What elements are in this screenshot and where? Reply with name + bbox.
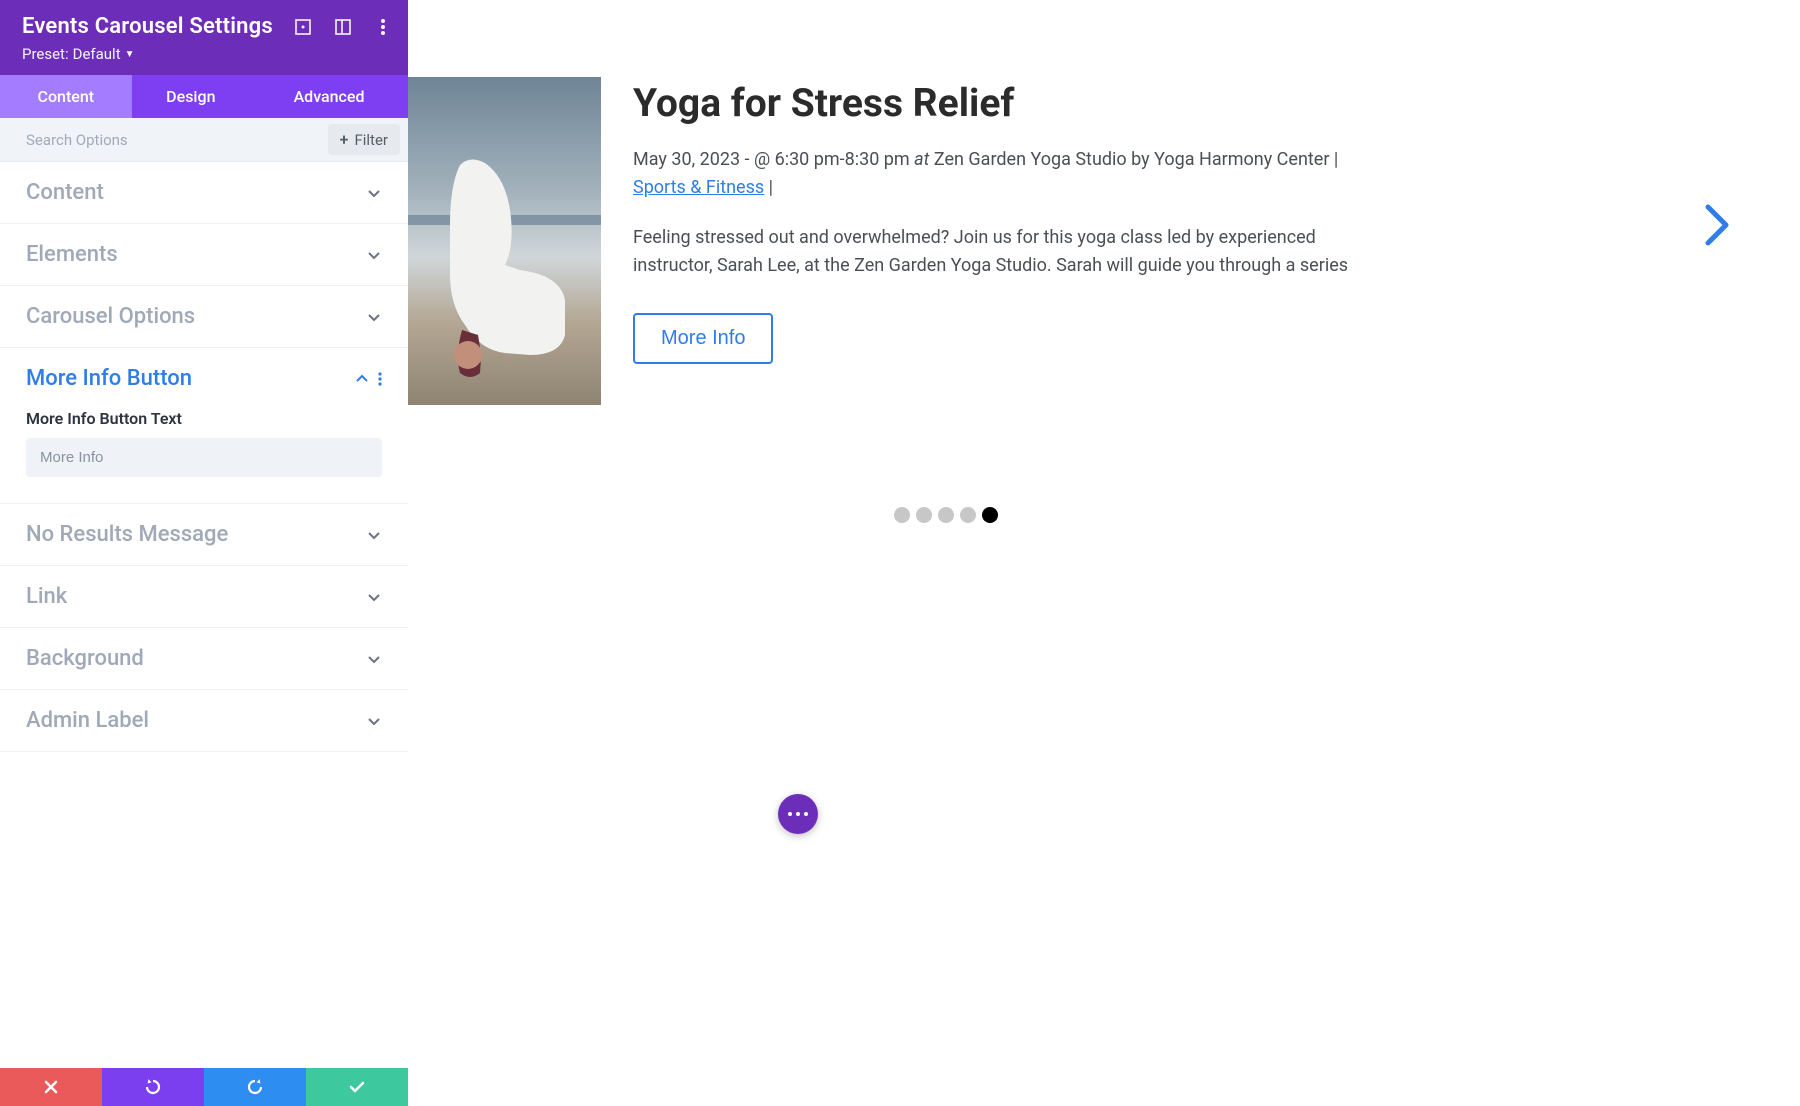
footer-actions (0, 1068, 408, 1106)
carousel-dot-active[interactable] (982, 507, 998, 523)
layout-icon[interactable] (334, 18, 352, 36)
section-body-more-info: More Info Button Text (0, 409, 408, 503)
tab-design[interactable]: Design (132, 75, 250, 118)
section-head-link[interactable]: Link (0, 566, 408, 627)
settings-tabs: Content Design Advanced (0, 75, 408, 118)
section-admin-label: Admin Label (0, 690, 408, 752)
dot-icon (796, 812, 800, 816)
event-category-link[interactable]: Sports & Fitness (633, 177, 764, 198)
carousel-dot[interactable] (960, 507, 976, 523)
event-title: Yoga for Stress Relief (633, 81, 1393, 126)
search-input[interactable]: Search Options (26, 131, 128, 149)
chevron-down-icon (366, 651, 382, 667)
carousel-dot[interactable] (938, 507, 954, 523)
carousel-next-button[interactable] (1704, 203, 1730, 247)
event-slide: Yoga for Stress Relief May 30, 2023 - @ … (408, 77, 1800, 405)
carousel-dots (894, 507, 998, 523)
carousel-dot[interactable] (894, 507, 910, 523)
section-more-info-button: More Info Button More Info Button Text (0, 348, 408, 504)
at-word: at (914, 149, 929, 170)
events-carousel: Yoga for Stress Relief May 30, 2023 - @ … (408, 77, 1800, 405)
section-head-background[interactable]: Background (0, 628, 408, 689)
dot-icon (788, 812, 792, 816)
separator: | (769, 177, 773, 198)
preset-label: Preset: (22, 45, 69, 63)
more-info-button[interactable]: More Info (633, 313, 773, 364)
redo-button[interactable] (204, 1068, 306, 1106)
preview-area: Yoga for Stress Relief May 30, 2023 - @ … (408, 0, 1800, 1106)
section-head-carousel-options[interactable]: Carousel Options (0, 286, 408, 347)
preset-selector[interactable]: Preset: Default ▼ (22, 45, 386, 63)
tab-advanced[interactable]: Advanced (250, 75, 408, 118)
header-toolbar (294, 18, 392, 36)
undo-icon (144, 1078, 162, 1096)
section-more-icon[interactable] (378, 372, 382, 386)
chevron-down-icon (366, 527, 382, 543)
search-filter-row: Search Options + Filter (0, 118, 408, 162)
filter-label: Filter (354, 131, 388, 149)
sidebar-header: Events Carousel Settings Preset: Default… (0, 0, 408, 75)
chevron-down-icon (366, 309, 382, 325)
dot-icon (804, 812, 808, 816)
section-head-elements[interactable]: Elements (0, 224, 408, 285)
section-link: Link (0, 566, 408, 628)
filter-button[interactable]: + Filter (328, 124, 400, 155)
chevron-down-icon (366, 589, 382, 605)
save-button[interactable] (306, 1068, 408, 1106)
section-background: Background (0, 628, 408, 690)
event-venue: Zen Garden Yoga Studio by Yoga Harmony C… (934, 149, 1330, 170)
section-carousel-options: Carousel Options (0, 286, 408, 348)
more-menu-icon[interactable] (374, 18, 392, 36)
chevron-up-icon (354, 371, 370, 387)
plus-icon: + (340, 130, 349, 149)
more-info-text-input[interactable] (26, 438, 382, 477)
caret-down-icon: ▼ (125, 49, 135, 60)
separator: | (1334, 149, 1338, 170)
section-content: Content (0, 162, 408, 224)
event-image (408, 77, 601, 405)
event-meta: May 30, 2023 - @ 6:30 pm-8:30 pm at Zen … (633, 146, 1393, 202)
tab-content[interactable]: Content (0, 75, 132, 118)
chevron-down-icon (366, 247, 382, 263)
fab-menu-button[interactable] (778, 794, 818, 834)
redo-icon (246, 1078, 264, 1096)
check-icon (348, 1078, 366, 1096)
section-no-results: No Results Message (0, 504, 408, 566)
section-head-admin-label[interactable]: Admin Label (0, 690, 408, 751)
event-description: Feeling stressed out and overwhelmed? Jo… (633, 224, 1393, 280)
cancel-button[interactable] (0, 1068, 102, 1106)
expand-icon[interactable] (294, 18, 312, 36)
section-head-content[interactable]: Content (0, 162, 408, 223)
section-head-more-info-button[interactable]: More Info Button (0, 348, 408, 409)
chevron-down-icon (366, 185, 382, 201)
event-content: Yoga for Stress Relief May 30, 2023 - @ … (633, 77, 1533, 405)
undo-button[interactable] (102, 1068, 204, 1106)
event-datetime: May 30, 2023 - @ 6:30 pm-8:30 pm (633, 149, 910, 170)
preset-value: Default (73, 45, 121, 63)
section-elements: Elements (0, 224, 408, 286)
carousel-dot[interactable] (916, 507, 932, 523)
close-icon (43, 1079, 59, 1095)
settings-sidebar: Events Carousel Settings Preset: Default… (0, 0, 408, 1106)
more-info-text-label: More Info Button Text (26, 409, 382, 428)
sections-list: Content Elements Carousel Options More I… (0, 162, 408, 1068)
chevron-down-icon (366, 713, 382, 729)
section-head-no-results[interactable]: No Results Message (0, 504, 408, 565)
